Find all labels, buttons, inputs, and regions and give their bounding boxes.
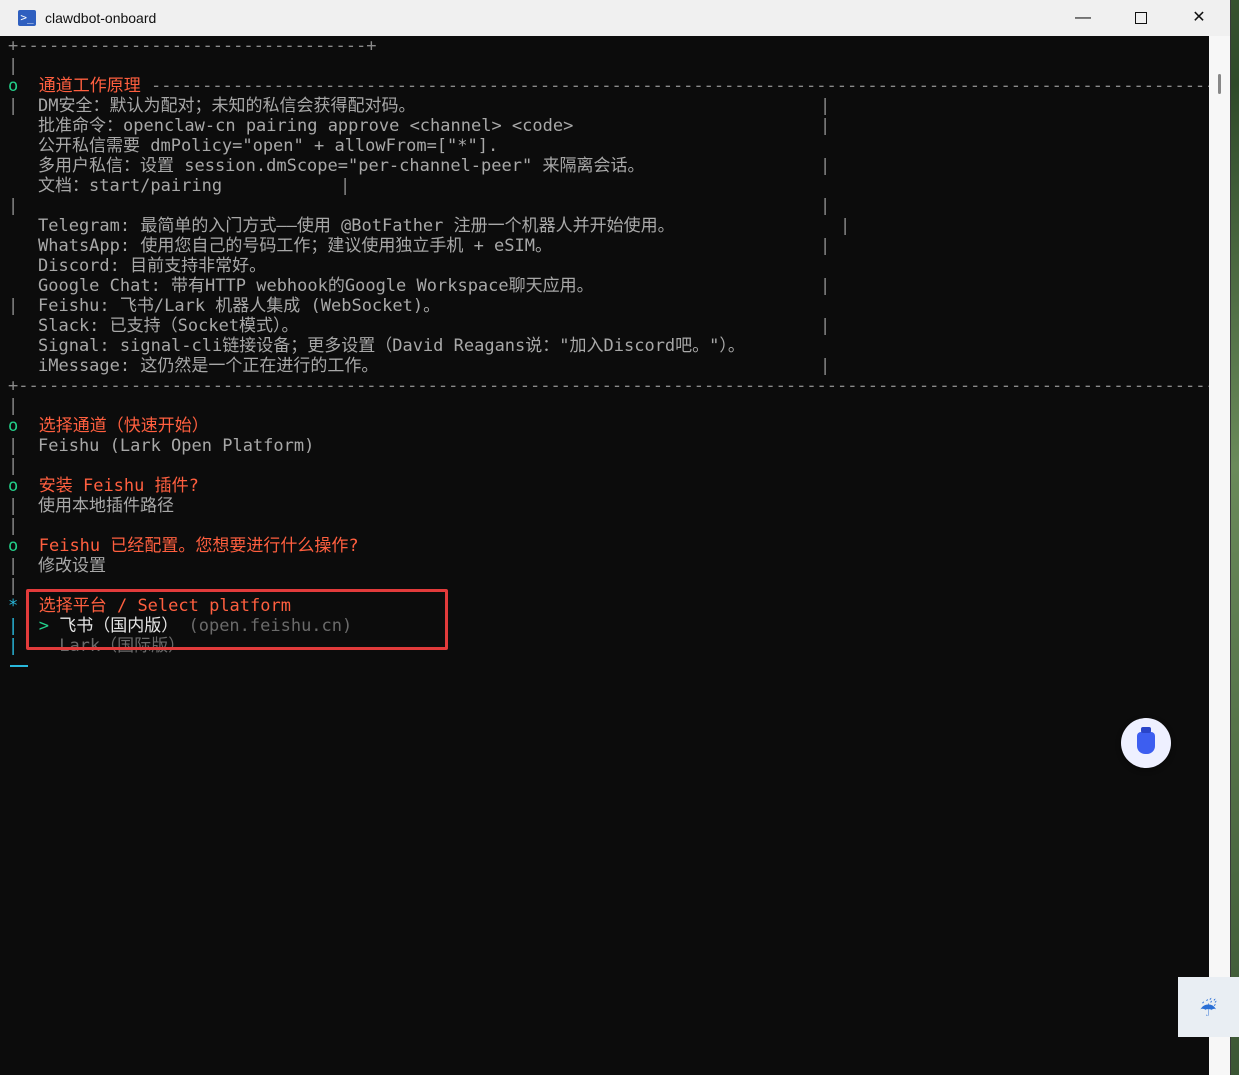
top-border: +----------------------------------+ [8, 36, 377, 56]
step-channel: o 选择通道（快速开始） [8, 416, 209, 436]
info-line: Signal: signal-cli链接设备；更多设置（David Reagan… [38, 336, 745, 356]
step-question: 选择通道（快速开始） [38, 416, 209, 436]
section-marker: o [8, 76, 19, 96]
box-right-border: | [820, 156, 831, 176]
info-box-header: o 通道工作原理 -------------------------------… [8, 76, 1230, 96]
minimize-button[interactable]: — [1060, 0, 1106, 36]
prompt-end-line [10, 665, 28, 667]
info-line: Telegram: 最简单的入门方式——使用 @BotFather 注册一个机器… [38, 216, 675, 236]
box-right-border: | [340, 176, 351, 196]
info-box-bottom-border: +---------------------------------------… [8, 376, 1230, 396]
weather-umbrella-icon[interactable]: ☔ [1178, 977, 1239, 1037]
box-right-border: | [820, 96, 831, 116]
window-title: clawdbot-onboard [45, 10, 157, 26]
box-right-border: | [820, 196, 831, 216]
title-bar: >_ clawdbot-onboard — ✕ [0, 0, 1230, 36]
info-line: WhatsApp: 使用您自己的号码工作；建议使用独立手机 + eSIM。 [38, 236, 552, 256]
info-line: Discord: 目前支持非常好。 [38, 256, 267, 276]
gutter-pipe: | [8, 576, 19, 596]
info-line: Google Chat: 带有HTTP webhook的Google Works… [38, 276, 594, 296]
gutter-pipe: | [8, 196, 19, 216]
close-button[interactable]: ✕ [1176, 0, 1222, 36]
maximize-icon [1135, 11, 1147, 24]
box-right-border: | [820, 356, 831, 376]
gutter-pipe: | [8, 436, 19, 456]
box-right-border: | [820, 276, 831, 296]
info-line: 文档：start/pairing [38, 176, 223, 196]
info-line: iMessage: 这仍然是一个正在进行的工作。 [38, 356, 379, 376]
info-box-title: 通道工作原理 [38, 76, 141, 96]
section-marker: o [8, 536, 19, 556]
gutter-pipe: | [8, 396, 19, 416]
floating-widget-button[interactable] [1121, 718, 1171, 768]
gutter-pipe: | [8, 616, 19, 636]
scrollbar[interactable] [1209, 36, 1230, 1075]
active-marker: * [8, 596, 19, 616]
info-line: Feishu: 飞书/Lark 机器人集成 (WebSocket)。 [38, 296, 441, 316]
step-configured: o Feishu 已经配置。您想要进行什么操作? [8, 536, 359, 556]
gutter-pipe: | [8, 296, 19, 316]
scrollbar-thumb[interactable] [1218, 74, 1221, 94]
info-line: 批准命令：openclaw-cn pairing approve <channe… [38, 116, 574, 136]
gutter-pipe: | [8, 556, 19, 576]
info-line: 多用户私信：设置 session.dmScope="per-channel-pe… [38, 156, 645, 176]
pipe-line: | [8, 56, 19, 76]
section-marker: o [8, 476, 19, 496]
gutter-pipe: | [8, 456, 19, 476]
step-question: 安装 Feishu 插件? [38, 476, 199, 496]
maximize-button[interactable] [1118, 0, 1164, 36]
step-answer: Feishu (Lark Open Platform) [38, 436, 315, 456]
step-answer: 修改设置 [38, 556, 106, 576]
usb-icon [1137, 727, 1155, 754]
gutter-pipe: | [8, 516, 19, 536]
terminal-content[interactable]: +----------------------------------+ | o… [0, 36, 1230, 1075]
step-answer: 使用本地插件路径 [38, 496, 174, 516]
powershell-icon: >_ [18, 10, 36, 26]
bottom-strip [0, 1037, 1178, 1075]
gutter-pipe: | [8, 96, 19, 116]
info-line: DM安全：默认为配对；未知的私信会获得配对码。 [38, 96, 416, 116]
box-right-border: | [820, 236, 831, 256]
gutter-pipe: | [8, 496, 19, 516]
info-line: 公开私信需要 dmPolicy="open" + allowFrom=["*"]… [38, 136, 499, 156]
step-install-plugin: o 安装 Feishu 插件? [8, 476, 199, 496]
step-question: Feishu 已经配置。您想要进行什么操作? [38, 536, 359, 556]
section-marker: o [8, 416, 19, 436]
info-box-title-rule: ----------------------------------------… [140, 76, 1230, 96]
box-right-border: | [840, 216, 851, 236]
terminal-window: >_ clawdbot-onboard — ✕ +---------------… [0, 0, 1230, 1075]
box-right-border: | [820, 116, 831, 136]
info-line: Slack: 已支持（Socket模式）。 [38, 316, 299, 336]
gutter-pipe: | [8, 636, 19, 656]
highlight-box [26, 589, 448, 650]
box-right-border: | [820, 316, 831, 336]
